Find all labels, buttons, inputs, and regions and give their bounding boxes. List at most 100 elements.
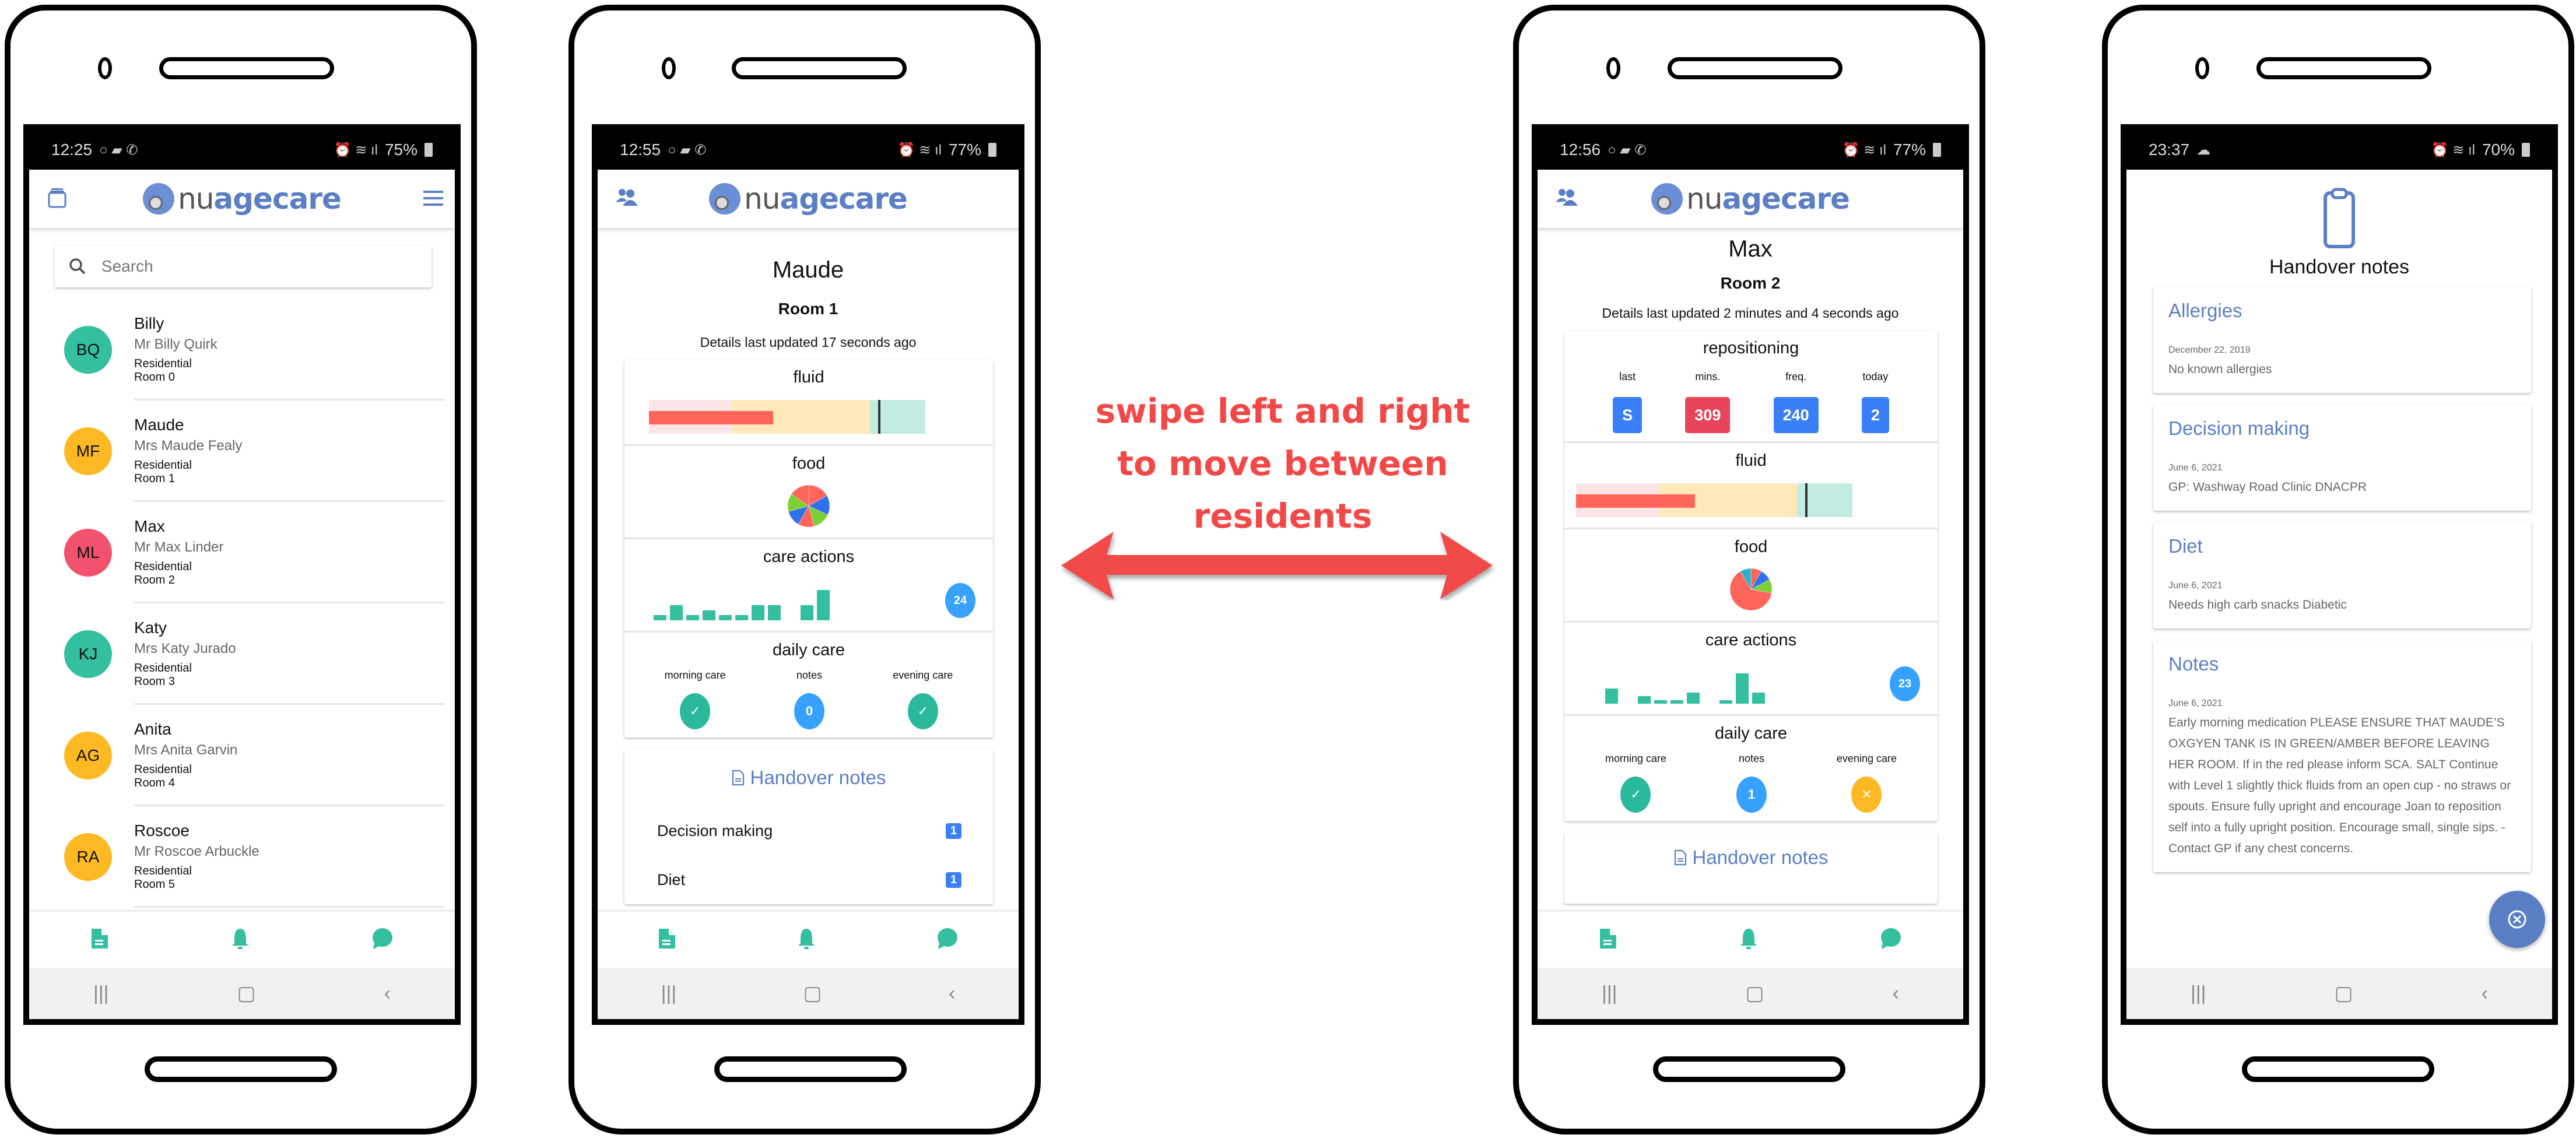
daily-care-section[interactable]: daily care morning care ✓ notes 0 evening ca… — [624, 633, 993, 737]
resident-name: Max — [134, 517, 165, 535]
back-button[interactable]: ‹ — [1893, 982, 1899, 1005]
note-card[interactable]: Notes June 6, 2021 Early morning medicatio… — [2153, 640, 2531, 872]
section-title: care actions — [763, 547, 855, 566]
note-card[interactable]: Diet June 6, 2021 Needs high carb snacks D… — [2153, 522, 2531, 628]
home-button[interactable]: ▢ — [237, 982, 256, 1005]
note-card[interactable]: Decision making June 6, 2021 GP: Washway R… — [2153, 405, 2531, 511]
bell-icon[interactable] — [1739, 927, 1759, 953]
resident-room: Room 2 — [134, 573, 176, 586]
note-card[interactable]: Allergies December 22, 2019 No known aller… — [2153, 287, 2531, 393]
archive-icon[interactable] — [47, 187, 68, 211]
repositioning-value: 240 — [1773, 397, 1819, 433]
care-actions-section[interactable]: care actions 23 — [1564, 623, 1938, 716]
daily-care-label: evening care — [1836, 753, 1897, 764]
nuagecare-logo: nuagecare — [143, 182, 342, 216]
handover-item[interactable]: Diet 1 — [624, 855, 993, 904]
care-actions-section[interactable]: care actions 24 — [624, 539, 993, 633]
home-button[interactable]: ▢ — [803, 982, 822, 1005]
section-title: daily care — [1714, 724, 1788, 743]
bell-icon[interactable] — [230, 927, 250, 953]
fluid-section[interactable]: fluid — [1564, 443, 1938, 529]
submarine-logo-icon — [709, 183, 741, 215]
document-icon[interactable] — [90, 927, 110, 953]
note-heading: Allergies — [2168, 300, 2242, 321]
status-bar: 12:55 ○ ▰ ✆ ⏰ ≋ ıl 77% — [598, 130, 1019, 170]
search-box[interactable] — [55, 245, 431, 287]
camera — [98, 57, 112, 79]
document-icon[interactable] — [1598, 927, 1618, 953]
handover-count-badge: 1 — [945, 872, 961, 888]
food-pie-chart — [787, 484, 830, 528]
submarine-logo-icon — [1651, 183, 1683, 215]
handover-notes-card[interactable]: Handover notes Decision making 1 Diet 1 — [624, 749, 993, 904]
fluid-bullet-chart — [649, 400, 925, 434]
chat-icon[interactable] — [936, 927, 959, 953]
resident-list-item[interactable]: BQ Billy Mr Billy Quirk Residential Room 0 — [29, 299, 455, 401]
daily-care-item[interactable]: notes 1 — [1736, 753, 1767, 813]
recents-button[interactable]: ||| — [661, 982, 677, 1005]
home-button[interactable]: ▢ — [2335, 982, 2353, 1005]
notification-icons: ○ ▰ ✆ — [1608, 142, 1647, 158]
daily-care-section[interactable]: daily care morning care ✓ notes 1 evening ca… — [1564, 716, 1938, 821]
resident-list-item[interactable]: RA Roscoe Mr Roscoe Arbuckle Residential Roo… — [29, 806, 455, 908]
phone-frame: 12:25 ○ ▰ ✆ ⏰ ≋ ıl 75% nuagecare BQ Billy Mr… — [5, 5, 477, 1135]
speaker — [2256, 57, 2431, 79]
handover-notes-card[interactable]: Handover notes — [1564, 833, 1938, 904]
battery-icon — [1933, 143, 1941, 157]
resident-type: Residential — [134, 458, 192, 472]
section-title: repositioning — [1703, 339, 1799, 357]
swipe-annotation: swipe left and right to move between res… — [1070, 385, 1496, 542]
bell-icon[interactable] — [796, 927, 816, 953]
resident-room: Room 0 — [134, 370, 176, 384]
daily-care-item[interactable]: evening care ✓ — [893, 669, 953, 729]
hamburger-menu-icon[interactable] — [423, 189, 444, 210]
care-action-bar — [686, 615, 699, 620]
recents-button[interactable]: ||| — [93, 982, 109, 1005]
daily-care-item[interactable]: notes 0 — [794, 669, 824, 729]
chat-icon[interactable] — [1879, 927, 1903, 953]
section-title: food — [792, 454, 826, 473]
residents-group-icon[interactable] — [1555, 187, 1578, 209]
note-date: December 22, 2019 — [2168, 345, 2251, 355]
care-actions-count: 24 — [945, 583, 975, 618]
daily-care-item[interactable]: evening care ✕ — [1837, 753, 1897, 813]
repositioning-section[interactable]: repositioning last Smins. 309 freq. 240 today… — [1564, 331, 1938, 443]
resident-room: Room 3 — [134, 675, 176, 688]
chat-icon[interactable] — [371, 927, 394, 953]
food-section[interactable]: food — [1564, 529, 1938, 623]
resident-list-item[interactable]: AG Anita Mrs Anita Garvin Residential Room 4 — [29, 705, 455, 806]
handover-item[interactable]: Decision making 1 — [624, 806, 993, 855]
close-fab-button[interactable] — [2489, 891, 2545, 948]
back-button[interactable]: ‹ — [384, 982, 391, 1005]
care-action-bar — [1752, 692, 1765, 704]
document-outline-icon — [732, 770, 744, 786]
section-title: fluid — [1735, 451, 1767, 470]
resident-list-item[interactable]: MF Maude Mrs Maude Fealy Residential Room 1 — [29, 401, 455, 502]
home-button[interactable]: ▢ — [1746, 982, 1764, 1005]
document-icon[interactable] — [657, 927, 677, 953]
food-section[interactable]: food — [624, 446, 993, 539]
back-button[interactable]: ‹ — [2482, 982, 2488, 1005]
daily-care-item[interactable]: morning care ✓ — [1605, 753, 1666, 813]
status-bar: 23:37 ☁ ⏰ ≋ ıl 70% — [2126, 130, 2552, 170]
note-heading: Notes — [2168, 653, 2219, 675]
nuagecare-logo: nuagecare — [1651, 182, 1850, 216]
fluid-section[interactable]: fluid — [624, 360, 993, 446]
back-button[interactable]: ‹ — [949, 982, 955, 1005]
repositioning-value: 309 — [1685, 397, 1731, 433]
recents-button[interactable]: ||| — [2191, 982, 2206, 1005]
status-bar: 12:25 ○ ▰ ✆ ⏰ ≋ ıl 75% — [29, 130, 455, 170]
resident-room: Room 1 — [778, 300, 838, 318]
phone-frame: 12:56 ○ ▰ ✆ ⏰ ≋ ıl 77% nuagecare Max Room … — [1513, 5, 1985, 1135]
section-title: care actions — [1705, 631, 1797, 649]
recents-button[interactable]: ||| — [1602, 982, 1617, 1005]
resident-list-item[interactable]: KJ Katy Mrs Katy Jurado Residential Room 3 — [29, 603, 455, 705]
search-input[interactable] — [101, 257, 335, 276]
daily-care-item[interactable]: morning care ✓ — [665, 669, 726, 729]
residents-group-icon[interactable] — [615, 187, 638, 209]
note-date: June 6, 2021 — [2168, 698, 2223, 708]
care-action-bar — [719, 615, 732, 620]
resident-list-item[interactable]: ML Max Mr Max Linder Residential Room 2 — [29, 502, 455, 603]
phone-screen: 12:55 ○ ▰ ✆ ⏰ ≋ ıl 77% nuagecare Maude Roo… — [592, 124, 1024, 1025]
fluid-target-marker — [1805, 483, 1808, 517]
